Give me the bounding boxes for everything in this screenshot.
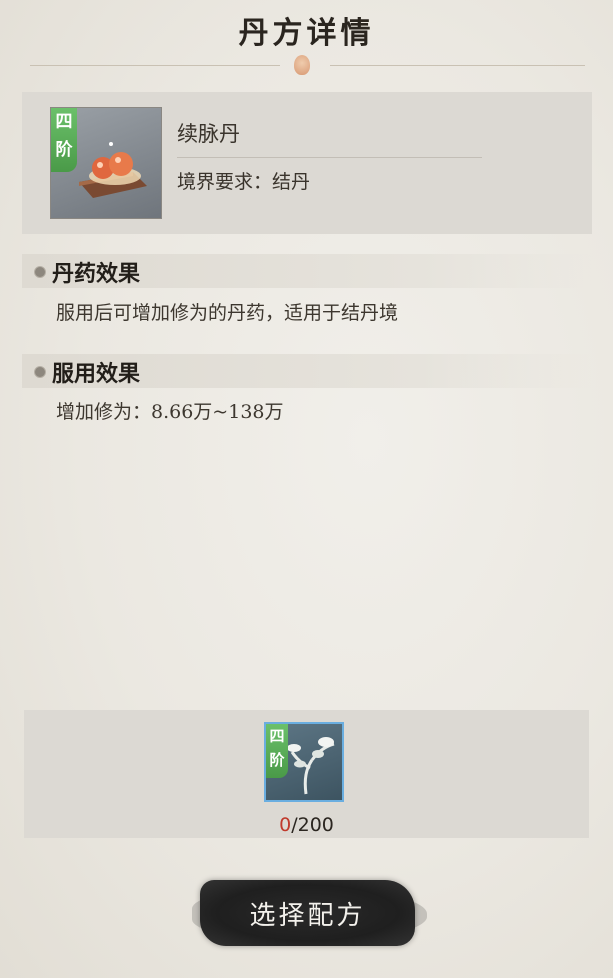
- title-divider-left: [30, 65, 280, 66]
- info-divider: [177, 157, 482, 158]
- section-header-consume-effect: 服用效果: [22, 354, 592, 388]
- bullet-icon: [34, 366, 46, 378]
- pill-icon: [79, 142, 147, 198]
- select-recipe-button[interactable]: 选择配方: [200, 880, 415, 946]
- section-header-pill-effect: 丹药效果: [22, 254, 592, 288]
- material-tier-badge: 四阶: [266, 724, 288, 778]
- material-owned: 0: [279, 814, 292, 836]
- section-title: 丹药效果: [52, 261, 141, 287]
- bullet-icon: [34, 266, 46, 278]
- material-item-slot[interactable]: 四阶: [264, 722, 344, 802]
- material-count: 0/200: [24, 814, 589, 836]
- pill-item-slot[interactable]: 四阶: [50, 107, 162, 219]
- material-required: /200: [291, 814, 334, 836]
- pill-info-panel: 四阶 续脉丹 境界要求：结丹: [22, 92, 592, 234]
- consume-effect-text: 增加修为：8.66万~138万: [56, 401, 284, 423]
- seal-ornament-icon: [294, 55, 310, 75]
- pill-name: 续脉丹: [177, 122, 240, 146]
- title-divider-right: [330, 65, 585, 66]
- section-title: 服用效果: [52, 361, 141, 387]
- page-title: 丹方详情: [238, 16, 375, 51]
- pill-effect-text: 服用后可增加修为的丹药，适用于结丹境: [56, 302, 399, 324]
- tier-badge: 四阶: [51, 108, 77, 172]
- recipe-detail-panel: 丹方详情 四阶 续脉丹 境界要求：结丹 丹药效果 服用后可增加修为的丹药，适用于…: [0, 0, 613, 978]
- realm-requirement: 境界要求：结丹: [177, 171, 311, 193]
- materials-panel: 四阶 0/200: [24, 710, 589, 838]
